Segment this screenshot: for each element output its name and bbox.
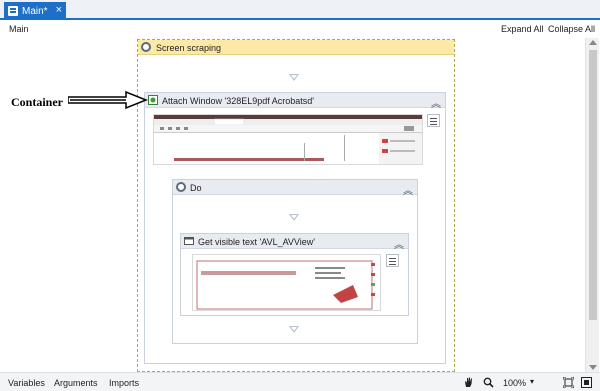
attach-window-header: Attach Window '328EL9pdf Acrobatsd' ︽ (145, 93, 445, 110)
designer-canvas: Screen scraping Attach Window '328EL9pdf… (0, 38, 585, 372)
gear-icon (176, 182, 186, 192)
search-icon[interactable] (483, 377, 494, 388)
get-text-header: Get visible text 'AVL_AVView' ︽ (181, 234, 408, 251)
hand-icon[interactable] (463, 377, 474, 388)
arguments-tab[interactable]: Arguments (54, 378, 98, 388)
window-icon (148, 95, 158, 105)
scroll-thumb[interactable] (589, 50, 597, 320)
chevron-down-icon[interactable]: ▾ (530, 377, 534, 386)
breadcrumb-bar: Main Expand All Collapse All (0, 20, 600, 38)
attach-window-title: Attach Window '328EL9pdf Acrobatsd' (162, 96, 315, 106)
vertical-scrollbar[interactable] (585, 38, 599, 372)
element-image (193, 255, 380, 310)
hamburger-icon[interactable] (386, 254, 399, 267)
element-screenshot (192, 254, 381, 311)
scroll-up-icon[interactable] (589, 40, 597, 45)
get-text-title: Get visible text 'AVL_AVView' (198, 237, 315, 247)
window-screenshot (153, 114, 423, 165)
variables-tab[interactable]: Variables (8, 378, 45, 388)
tab-main[interactable]: Main* × (4, 2, 66, 20)
imports-tab[interactable]: Imports (109, 378, 139, 388)
hamburger-icon[interactable] (427, 114, 440, 127)
chevron-up-icon[interactable]: ︽ (394, 236, 404, 251)
scope-header: Screen scraping (138, 40, 454, 55)
chevron-up-icon[interactable]: ︽ (403, 182, 413, 197)
do-title: Do (190, 183, 202, 193)
status-bar: Variables Arguments Imports 100% ▾ (0, 372, 600, 391)
scroll-down-icon[interactable] (589, 365, 597, 370)
fit-icon[interactable] (563, 377, 574, 388)
screen-scraping-scope[interactable]: Screen scraping Attach Window '328EL9pdf… (137, 39, 455, 372)
get-visible-text-activity[interactable]: Get visible text 'AVL_AVView' ︽ (180, 233, 409, 316)
arrow-icon (68, 91, 148, 109)
drop-arrow-icon[interactable] (289, 326, 299, 333)
tab-label: Main* (22, 5, 48, 17)
gear-icon (141, 42, 151, 52)
collapse-all-button[interactable]: Collapse All (548, 24, 595, 34)
close-icon[interactable]: × (56, 4, 62, 16)
do-sequence[interactable]: Do ︽ Get visible text 'AVL_AVView' ︽ (172, 179, 418, 344)
annotation-label: Container (11, 95, 63, 109)
attach-window-activity[interactable]: Attach Window '328EL9pdf Acrobatsd' ︽ Do… (144, 92, 446, 364)
zoom-level[interactable]: 100% (503, 378, 526, 388)
screenshot-image (154, 115, 422, 164)
breadcrumb[interactable]: Main (9, 24, 29, 34)
document-icon (8, 6, 18, 16)
window-icon (184, 237, 194, 245)
workflow-designer: Main* × Main Expand All Collapse All Scr… (0, 0, 600, 391)
tab-strip: Main* × (0, 0, 600, 20)
expand-all-button[interactable]: Expand All (501, 24, 544, 34)
overview-icon[interactable] (581, 377, 592, 388)
chevron-up-icon[interactable]: ︽ (431, 95, 441, 110)
scope-title: Screen scraping (156, 43, 222, 53)
drop-arrow-icon[interactable] (289, 214, 299, 221)
do-header: Do ︽ (173, 180, 417, 197)
drop-arrow-icon[interactable] (289, 74, 299, 81)
